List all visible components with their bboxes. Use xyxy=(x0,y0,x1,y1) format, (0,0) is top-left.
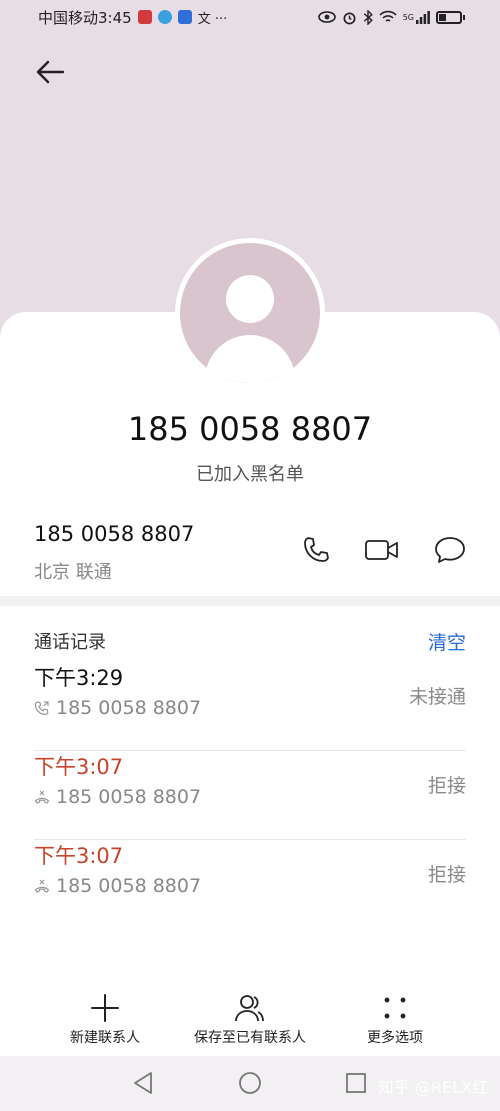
call-number: 185 0058 8807 xyxy=(56,875,202,897)
call-log-row[interactable]: 下午3:07 185 0058 8807 拒接 xyxy=(34,751,466,840)
call-time: 下午3:07 xyxy=(34,755,124,779)
bluetooth-icon xyxy=(363,9,373,25)
outgoing-call-icon xyxy=(34,701,49,715)
app-notification-icon xyxy=(137,10,152,24)
carrier-time: 中国移动3:45 xyxy=(38,8,132,27)
number-location: 北京 联通 xyxy=(34,562,112,583)
rejected-call-icon xyxy=(34,879,50,893)
save-to-existing-button[interactable]: 保存至已有联系人 xyxy=(170,986,330,1056)
battery-icon xyxy=(436,10,465,24)
app-notification-icon xyxy=(157,10,172,24)
call-status: 拒接 xyxy=(427,864,466,886)
more-options-label: 更多选项 xyxy=(367,1030,423,1046)
call-time: 下午3:29 xyxy=(34,666,124,690)
avatar-head xyxy=(226,275,274,323)
signal-icon xyxy=(416,10,430,24)
status-right: 5G xyxy=(317,9,465,25)
save-to-existing-label: 保存至已有联系人 xyxy=(194,1030,306,1046)
call-status: 拒接 xyxy=(427,775,466,797)
nav-recents-button[interactable] xyxy=(341,1068,371,1098)
bottom-action-bar: 新建联系人 保存至已有联系人 更多选项 xyxy=(0,986,500,1056)
new-contact-button[interactable]: 新建联系人 xyxy=(25,986,185,1056)
call-status: 未接通 xyxy=(408,686,466,708)
status-bar: 中国移动3:45 文 ··· 5G xyxy=(0,0,500,34)
more-dots-icon xyxy=(377,990,413,1026)
blocklist-status: 已加入黑名单 xyxy=(196,464,304,485)
system-nav-bar: 知乎 @RELX红 xyxy=(0,1056,500,1111)
call-log-row[interactable]: 下午3:29 185 0058 8807 未接通 xyxy=(34,662,466,751)
call-detail: 185 0058 8807 xyxy=(34,697,201,719)
add-icon xyxy=(87,990,123,1026)
call-log-header: 通话记录 xyxy=(34,632,106,653)
back-arrow-icon xyxy=(36,60,65,84)
new-contact-label: 新建联系人 xyxy=(70,1030,140,1046)
back-button[interactable] xyxy=(30,52,70,92)
eye-icon xyxy=(317,11,336,23)
call-number: 185 0058 8807 xyxy=(56,786,202,808)
video-call-icon xyxy=(365,540,398,560)
overflow-indicator: 文 ··· xyxy=(197,11,228,27)
nav-recents-icon xyxy=(346,1073,366,1093)
call-log-row[interactable]: 下午3:07 185 0058 8807 拒接 xyxy=(34,840,466,929)
network-type: 5G xyxy=(402,12,414,22)
avatar xyxy=(175,238,325,388)
more-options-button[interactable]: 更多选项 xyxy=(315,986,475,1056)
nav-home-button[interactable] xyxy=(235,1068,265,1098)
nav-back-icon xyxy=(134,1072,152,1094)
contact-number-title: 185 0058 8807 xyxy=(127,410,373,448)
app-notification-icon xyxy=(177,10,192,24)
message-button[interactable] xyxy=(432,532,468,568)
call-detail: 185 0058 8807 xyxy=(34,786,201,808)
nav-home-icon xyxy=(239,1072,261,1094)
wifi-icon xyxy=(379,10,397,22)
phone-icon xyxy=(304,537,329,562)
watermark: 知乎 @RELX红 xyxy=(377,1078,488,1097)
call-button[interactable] xyxy=(298,532,334,568)
person-icon xyxy=(232,990,268,1026)
video-call-button[interactable] xyxy=(364,532,400,568)
alarm-icon xyxy=(343,11,356,24)
nav-back-button[interactable] xyxy=(128,1068,158,1098)
message-icon xyxy=(435,537,465,563)
call-log-section: 通话记录 清空 下午3:29 185 0058 8807 未接通 下午3:07 … xyxy=(0,606,500,986)
rejected-call-icon xyxy=(34,790,50,804)
call-detail: 185 0058 8807 xyxy=(34,875,201,897)
phone-number[interactable]: 185 0058 8807 xyxy=(34,522,194,546)
avatar-body xyxy=(205,335,295,383)
clear-log-button[interactable]: 清空 xyxy=(428,628,466,655)
status-left: 中国移动3:45 文 ··· xyxy=(38,7,227,28)
call-number: 185 0058 8807 xyxy=(56,697,202,719)
call-time: 下午3:07 xyxy=(34,844,124,868)
